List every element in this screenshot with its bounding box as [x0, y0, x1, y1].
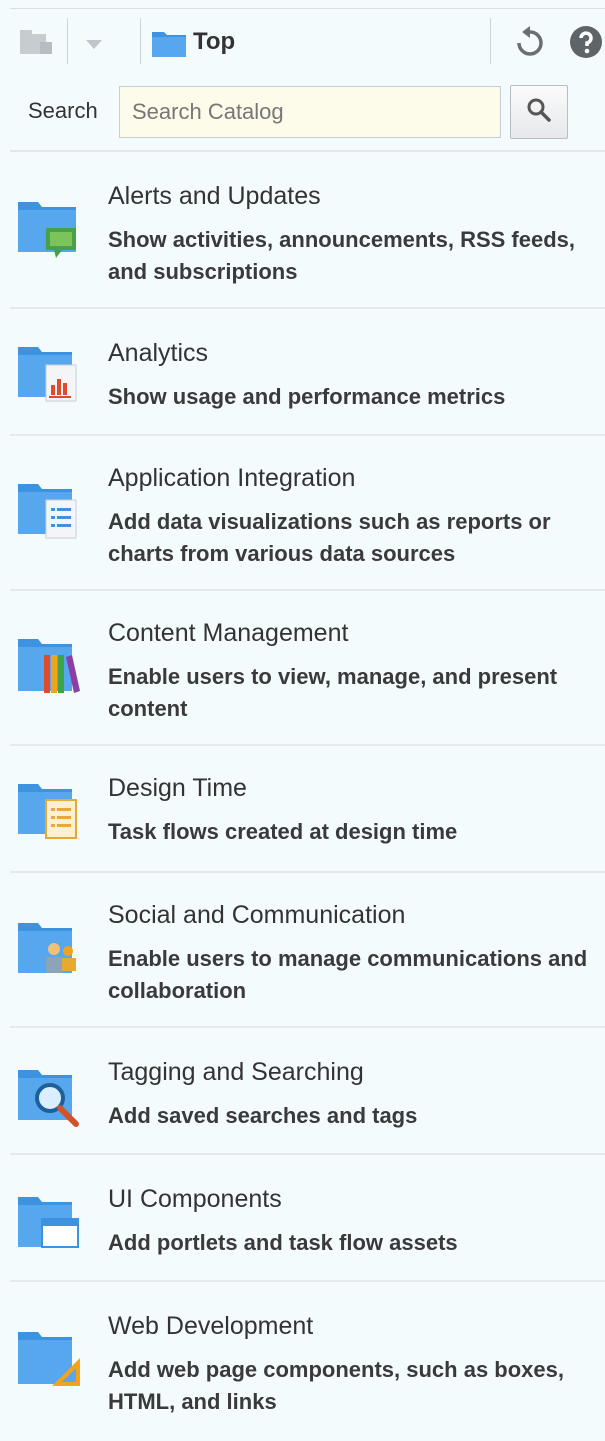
catalog-item-ui-components[interactable]: UI Components Add portlets and task flow…: [10, 1153, 605, 1282]
help-icon[interactable]: [569, 25, 603, 59]
catalog-item-description: Add web page components, such as boxes, …: [108, 1357, 564, 1414]
catalog-item-title: Application Integration: [108, 464, 356, 492]
catalog-item-title: UI Components: [108, 1185, 282, 1213]
catalog-item-description: Add portlets and task flow assets: [108, 1230, 458, 1255]
toolbar-separator: [490, 18, 491, 64]
catalog-item-analytics[interactable]: Analytics Show usage and performance met…: [10, 307, 605, 436]
catalog-item-web-development[interactable]: Web Development Add web page components,…: [10, 1280, 605, 1441]
catalog-item-alerts-and-updates[interactable]: Alerts and Updates Show activities, anno…: [10, 152, 605, 309]
search-button[interactable]: [510, 85, 568, 139]
catalog-item-description: Show activities, announcements, RSS feed…: [108, 227, 576, 284]
dropdown-icon[interactable]: [82, 38, 106, 52]
catalog-item-application-integration[interactable]: Application Integration Add data visuali…: [10, 434, 605, 591]
design-folder-icon: [18, 780, 80, 842]
catalog-item-title: Analytics: [108, 339, 209, 367]
catalog-item-content-management[interactable]: Content Management Enable users to view,…: [10, 589, 605, 746]
breadcrumb-top[interactable]: Top: [193, 28, 235, 56]
catalog-item-social-and-communication[interactable]: Social and Communication Enable users to…: [10, 871, 605, 1028]
catalog-item-description: Enable users to view, manage, and presen…: [108, 664, 558, 721]
catalog-item-title: Web Development: [108, 1312, 314, 1340]
catalog-item-description: Show usage and performance metrics: [108, 384, 506, 409]
web-dev-folder-icon: [18, 1328, 80, 1390]
folder-icon: [151, 26, 187, 58]
toolbar-separator: [140, 18, 141, 64]
catalog-item-description: Enable users to manage communications an…: [108, 946, 588, 1003]
ui-components-folder-icon: [18, 1193, 80, 1255]
catalog-item-title: Tagging and Searching: [108, 1058, 364, 1086]
catalog-item-description: Add saved searches and tags: [108, 1103, 418, 1128]
catalog-item-title: Social and Communication: [108, 901, 406, 929]
toolbar-separator: [67, 18, 68, 64]
catalog-icon[interactable]: [18, 28, 54, 58]
alerts-folder-icon: [18, 198, 80, 260]
social-folder-icon: [18, 919, 80, 981]
magnifier-icon: [526, 97, 552, 128]
analytics-folder-icon: [18, 343, 80, 405]
top-border: [10, 8, 605, 9]
search-label: Search: [28, 98, 98, 123]
tagging-folder-icon: [18, 1066, 80, 1128]
content-folder-icon: [18, 635, 80, 697]
catalog-item-title: Alerts and Updates: [108, 182, 321, 210]
integration-folder-icon: [18, 480, 80, 542]
catalog-item-description: Task flows created at design time: [108, 819, 458, 844]
catalog-item-title: Design Time: [108, 774, 247, 802]
refresh-icon[interactable]: [512, 25, 548, 61]
catalog-item-design-time[interactable]: Design Time Task flows created at design…: [10, 744, 605, 873]
catalog-item-tagging-and-searching[interactable]: Tagging and Searching Add saved searches…: [10, 1026, 605, 1155]
catalog-item-title: Content Management: [108, 619, 349, 647]
search-input[interactable]: [119, 86, 501, 138]
catalog-item-description: Add data visualizations such as reports …: [108, 509, 551, 566]
